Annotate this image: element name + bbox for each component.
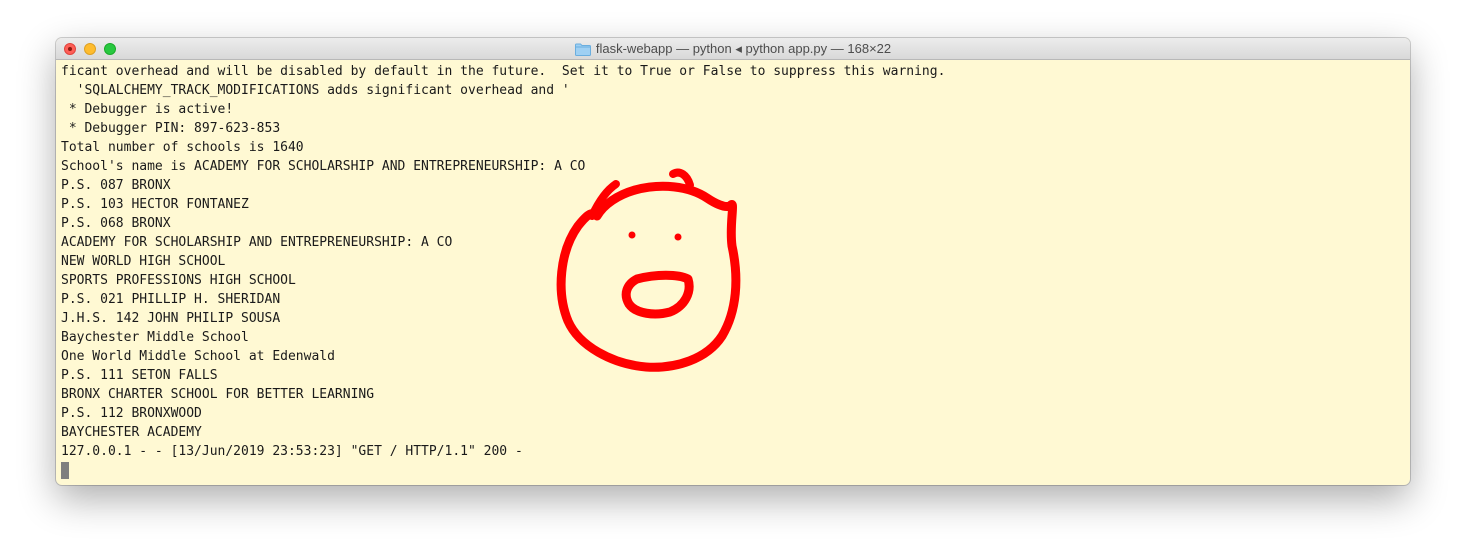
terminal-line: * Debugger is active! — [61, 102, 234, 117]
title-bar[interactable]: flask-webapp — python ◂ python app.py — … — [56, 38, 1410, 60]
terminal-line: NEW WORLD HIGH SCHOOL — [61, 254, 226, 269]
terminal-line: P.S. 111 SETON FALLS — [61, 368, 218, 383]
terminal-line: P.S. 087 BRONX — [61, 178, 171, 193]
terminal-line: 'SQLALCHEMY_TRACK_MODIFICATIONS adds sig… — [61, 83, 570, 98]
terminal-line: P.S. 103 HECTOR FONTANEZ — [61, 197, 249, 212]
window-title: flask-webapp — python ◂ python app.py — … — [595, 41, 892, 56]
terminal-line: P.S. 112 BRONXWOOD — [61, 406, 202, 421]
terminal-line: BAYCHESTER ACADEMY — [61, 425, 202, 440]
terminal-line: * Debugger PIN: 897-623-853 — [61, 121, 281, 136]
terminal-line: P.S. 021 PHILLIP H. SHERIDAN — [61, 292, 281, 307]
terminal-line: SPORTS PROFESSIONS HIGH SCHOOL — [61, 273, 296, 288]
terminal-line: P.S. 068 BRONX — [61, 216, 171, 231]
terminal-line: Baychester Middle School — [61, 330, 249, 345]
text-cursor — [61, 462, 69, 479]
terminal-line: One World Middle School at Edenwald — [61, 349, 335, 364]
terminal-line: 127.0.0.1 - - [13/Jun/2019 23:53:23] "GE… — [61, 444, 523, 459]
terminal-line: J.H.S. 142 JOHN PHILIP SOUSA — [61, 311, 281, 326]
prompt-line[interactable] — [61, 461, 1406, 480]
terminal-window: flask-webapp — python ◂ python app.py — … — [56, 38, 1410, 485]
terminal-line: Total number of schools is 1640 — [61, 140, 304, 155]
window-title-container: flask-webapp — python ◂ python app.py — … — [56, 38, 1410, 60]
terminal-line: School's name is ACADEMY FOR SCHOLARSHIP… — [61, 159, 586, 174]
terminal-output[interactable]: ficant overhead and will be disabled by … — [61, 62, 1406, 480]
terminal-line: BRONX CHARTER SCHOOL FOR BETTER LEARNING — [61, 387, 375, 402]
folder-icon — [574, 43, 591, 56]
terminal-line: ACADEMY FOR SCHOLARSHIP AND ENTREPRENEUR… — [61, 235, 453, 250]
terminal-line: ficant overhead and will be disabled by … — [61, 64, 946, 79]
